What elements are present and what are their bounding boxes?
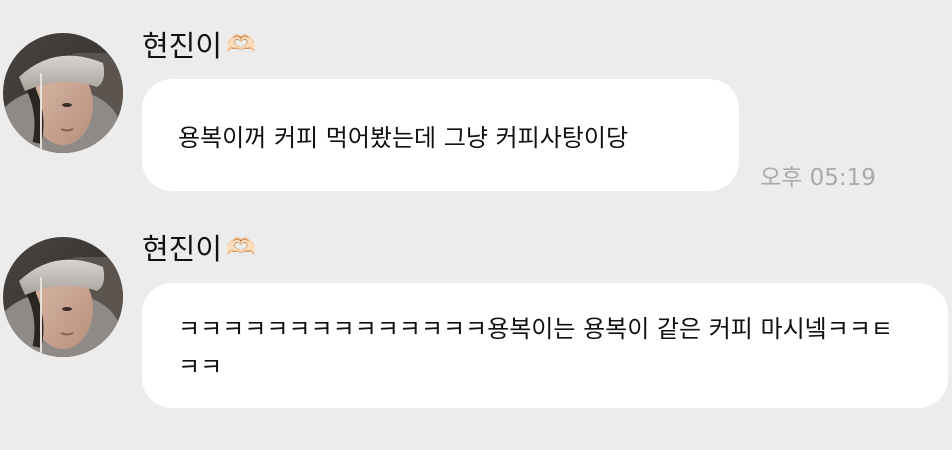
avatar[interactable]	[3, 237, 123, 357]
message-bubble[interactable]: ㅋㅋㅋㅋㅋㅋㅋㅋㅋㅋㅋㅋㅋㅋ용복이는 용복이 같은 커피 마시넼ㅋㅋㅌㅋㅋ	[142, 283, 948, 408]
message-bubble[interactable]: 용복이꺼 커피 먹어봤는데 그냥 커피사탕이당	[142, 79, 739, 191]
heart-hands-icon: 🫶🏻	[226, 30, 256, 58]
heart-hands-icon: 🫶🏻	[226, 233, 256, 261]
profile-photo-icon	[3, 237, 123, 357]
avatar[interactable]	[3, 33, 123, 153]
sender-name: 현진이	[142, 29, 223, 63]
profile-photo-icon	[3, 33, 123, 153]
sender-row: 현진이 🫶🏻	[142, 227, 256, 267]
message-group: 현진이 🫶🏻 ㅋㅋㅋㅋㅋㅋㅋㅋㅋㅋㅋㅋㅋㅋ용복이는 용복이 같은 커피 마시넼ㅋ…	[0, 215, 952, 450]
message-text: 용복이꺼 커피 먹어봤는데 그냥 커피사탕이당	[178, 123, 629, 152]
message-timestamp: 오후 05:19	[760, 165, 876, 191]
sender-row: 현진이 🫶🏻	[142, 24, 256, 64]
message-group: 현진이 🫶🏻 용복이꺼 커피 먹어봤는데 그냥 커피사탕이당 오후 05:19	[0, 0, 952, 215]
sender-name: 현진이	[142, 232, 223, 266]
message-text: ㅋㅋㅋㅋㅋㅋㅋㅋㅋㅋㅋㅋㅋㅋ용복이는 용복이 같은 커피 마시넼ㅋㅋㅌㅋㅋ	[178, 315, 893, 381]
